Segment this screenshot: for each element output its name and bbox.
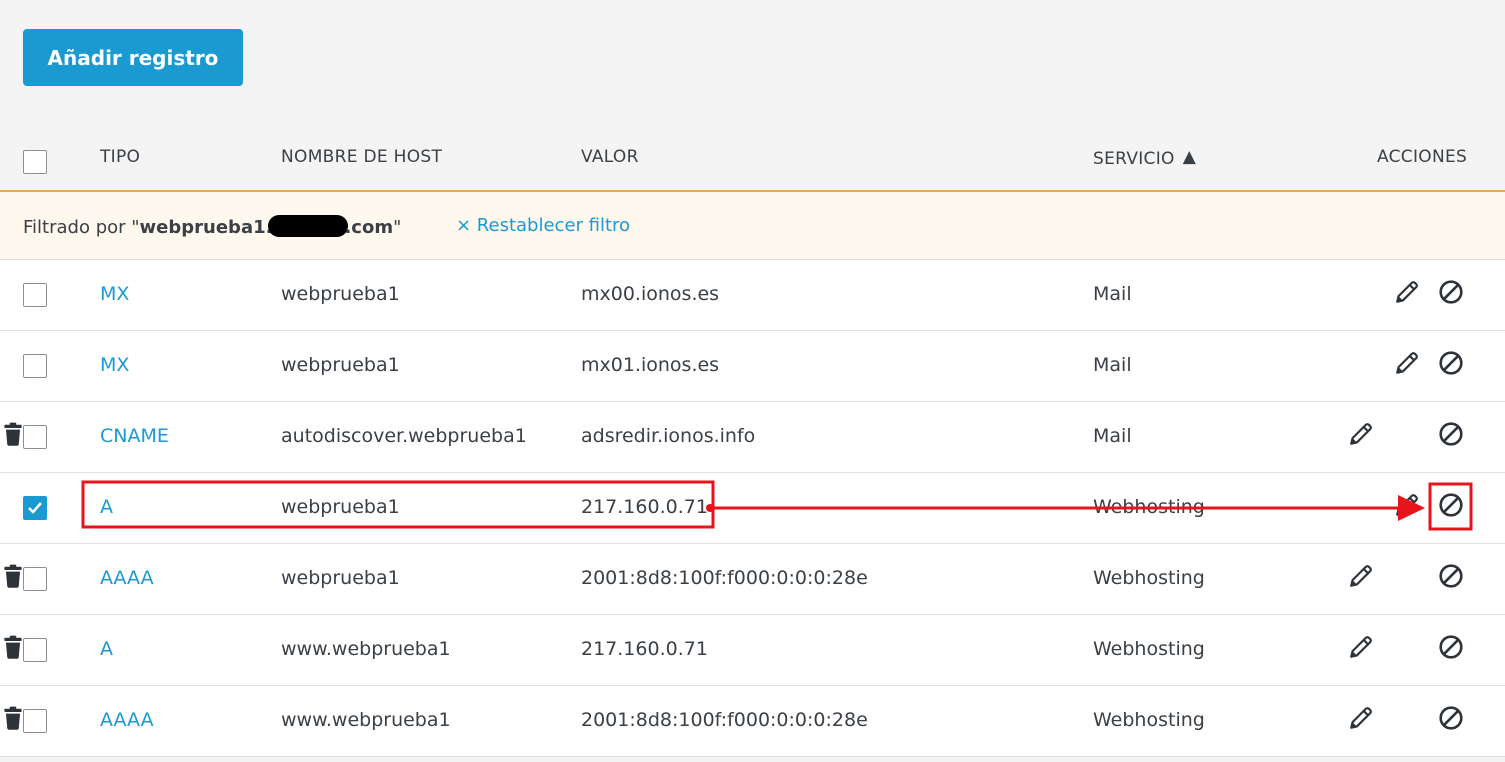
- disable-icon: [1439, 351, 1463, 375]
- disable-icon: [1439, 493, 1463, 517]
- row-type-link[interactable]: A: [100, 638, 113, 660]
- filter-suffix: ": [393, 217, 402, 238]
- row-service: Mail: [1093, 354, 1132, 376]
- trash-icon: [4, 706, 22, 730]
- filter-domain-start: webprueba1.: [139, 217, 273, 238]
- disable-record-button[interactable]: [1438, 350, 1466, 378]
- table-row: AAAA webprueba1 2001:8d8:100f:f000:0:0:0:2…: [0, 544, 1505, 615]
- disable-record-button[interactable]: [1438, 421, 1466, 449]
- edit-record-button[interactable]: [1394, 350, 1422, 378]
- filter-domain-end: .com: [344, 217, 394, 238]
- disable-record-button[interactable]: [1438, 563, 1466, 591]
- row-type-link[interactable]: A: [100, 496, 113, 518]
- edit-record-button[interactable]: [1348, 421, 1376, 449]
- row-type-link[interactable]: AAAA: [100, 567, 154, 589]
- header-actions: ACCIONES: [1377, 147, 1468, 167]
- filter-prefix: Filtrado por ": [23, 217, 140, 238]
- edit-record-button[interactable]: [1348, 705, 1376, 733]
- table-row: CNAME autodiscover.webprueba1 adsredir.ion…: [0, 402, 1505, 473]
- row-type-link[interactable]: AAAA: [100, 709, 154, 731]
- edit-record-button[interactable]: [1348, 563, 1376, 591]
- disable-record-button[interactable]: [1438, 705, 1466, 733]
- trash-icon: [4, 422, 22, 446]
- header-host[interactable]: NOMBRE DE HOST: [281, 147, 442, 167]
- row-service: Webhosting: [1093, 709, 1205, 731]
- edit-record-button[interactable]: [1394, 279, 1422, 307]
- pencil-icon: [1350, 423, 1372, 445]
- row-host: webprueba1: [281, 567, 400, 589]
- filter-description: Filtrado por "webprueba1. .com": [23, 215, 401, 238]
- pencil-icon: [1396, 281, 1418, 303]
- row-service: Webhosting: [1093, 638, 1205, 660]
- row-checkbox[interactable]: [23, 354, 47, 378]
- pencil-icon: [1396, 352, 1418, 374]
- row-service: Mail: [1093, 425, 1132, 447]
- row-value: mx01.ionos.es: [581, 354, 720, 376]
- checkmark-icon: [28, 502, 42, 514]
- redaction-mark: [268, 215, 349, 237]
- row-type-link[interactable]: MX: [100, 283, 129, 305]
- header-value[interactable]: VALOR: [581, 147, 639, 167]
- trash-icon: [4, 635, 22, 659]
- row-checkbox[interactable]: [23, 283, 47, 307]
- row-service: Webhosting: [1093, 496, 1205, 518]
- delete-record-button[interactable]: [0, 421, 28, 449]
- disable-icon: [1439, 635, 1463, 659]
- disable-icon: [1439, 422, 1463, 446]
- row-host: autodiscover.webprueba1: [281, 425, 527, 447]
- edit-record-button[interactable]: [1394, 492, 1422, 520]
- disable-icon: [1439, 706, 1463, 730]
- edit-record-button[interactable]: [1348, 634, 1376, 662]
- row-value: 217.160.0.71: [581, 638, 708, 660]
- row-value: adsredir.ionos.info: [581, 425, 756, 447]
- row-host: webprueba1: [281, 354, 400, 376]
- trash-icon: [4, 564, 22, 588]
- disable-record-button[interactable]: [1438, 634, 1466, 662]
- table-row: Awww.webprueba1 217.160.0.71 Webhosting: [0, 615, 1505, 686]
- row-host: www.webprueba1: [281, 709, 451, 731]
- sort-ascending-icon: ▲: [1182, 147, 1197, 167]
- disable-record-button[interactable]: [1438, 492, 1466, 520]
- table-row: Awebprueba1 217.160.0.71 Webhosting: [0, 473, 1505, 544]
- row-value: mx00.ionos.es: [581, 283, 720, 305]
- header-service[interactable]: SERVICIO ▲: [1093, 147, 1196, 169]
- table-header: TIPO NOMBRE DE HOST VALOR SERVICIO ▲ ACCI…: [0, 124, 1505, 192]
- header-type[interactable]: TIPO: [100, 147, 140, 167]
- row-host: webprueba1: [281, 496, 400, 518]
- header-service-label: SERVICIO: [1093, 149, 1175, 169]
- pencil-icon: [1350, 707, 1372, 729]
- row-type-link[interactable]: CNAME: [100, 425, 169, 447]
- row-host: webprueba1: [281, 283, 400, 305]
- row-value: 2001:8d8:100f:f000:0:0:0:28e: [581, 709, 868, 731]
- pencil-icon: [1350, 565, 1372, 587]
- row-checkbox[interactable]: [23, 496, 47, 520]
- table-row: MX webprueba1 mx00.ionos.es Mail: [0, 260, 1505, 331]
- select-all-checkbox[interactable]: [23, 150, 47, 174]
- pencil-icon: [1396, 494, 1418, 516]
- add-record-button[interactable]: Añadir registro: [23, 29, 243, 86]
- disable-icon: [1439, 280, 1463, 304]
- row-host: www.webprueba1: [281, 638, 451, 660]
- filter-bar: Filtrado por "webprueba1. .com" × Restabl…: [0, 192, 1505, 260]
- pencil-icon: [1350, 636, 1372, 658]
- reset-filter-link[interactable]: × Restablecer filtro: [456, 215, 630, 236]
- disable-record-button[interactable]: [1438, 279, 1466, 307]
- row-type-link[interactable]: MX: [100, 354, 129, 376]
- row-service: Mail: [1093, 283, 1132, 305]
- row-service: Webhosting: [1093, 567, 1205, 589]
- row-value: 2001:8d8:100f:f000:0:0:0:28e: [581, 567, 868, 589]
- disable-icon: [1439, 564, 1463, 588]
- delete-record-button[interactable]: [0, 563, 28, 591]
- table-row: MX webprueba1 mx01.ionos.es Mail: [0, 331, 1505, 402]
- delete-record-button[interactable]: [0, 705, 28, 733]
- delete-record-button[interactable]: [0, 634, 28, 662]
- table-row: AAAA www.webprueba1 2001:8d8:100f:f000:0:0…: [0, 686, 1505, 757]
- row-value: 217.160.0.71: [581, 496, 708, 518]
